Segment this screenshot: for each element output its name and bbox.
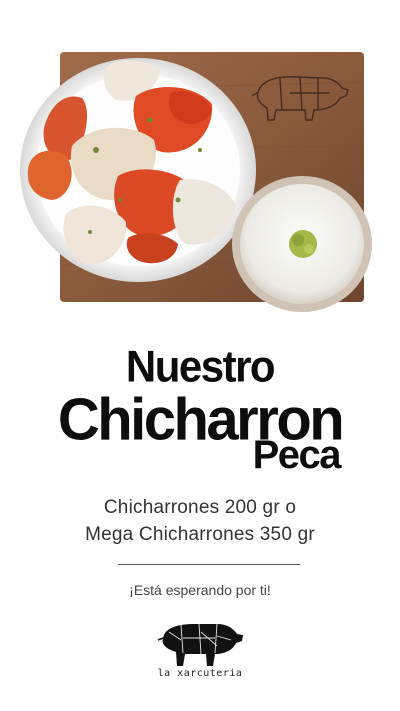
pig-icon bbox=[157, 623, 243, 666]
sauce-cup bbox=[232, 176, 372, 312]
title-line-peca: Peca bbox=[252, 433, 342, 477]
hero-photo bbox=[0, 0, 400, 325]
description-line-2: Mega Chicharrones 350 gr bbox=[85, 524, 315, 545]
food-illustration bbox=[20, 52, 372, 312]
divider bbox=[118, 564, 300, 565]
title-block: Nuestro Chicharron Peca bbox=[0, 340, 400, 480]
title-line-chicharron: Chicharron bbox=[57, 386, 345, 453]
description-line-1: Chicharrones 200 gr o bbox=[103, 497, 297, 518]
brand-name: la xarcuteria bbox=[157, 668, 243, 679]
tagline: ¡Está esperando por ti! bbox=[129, 582, 271, 598]
